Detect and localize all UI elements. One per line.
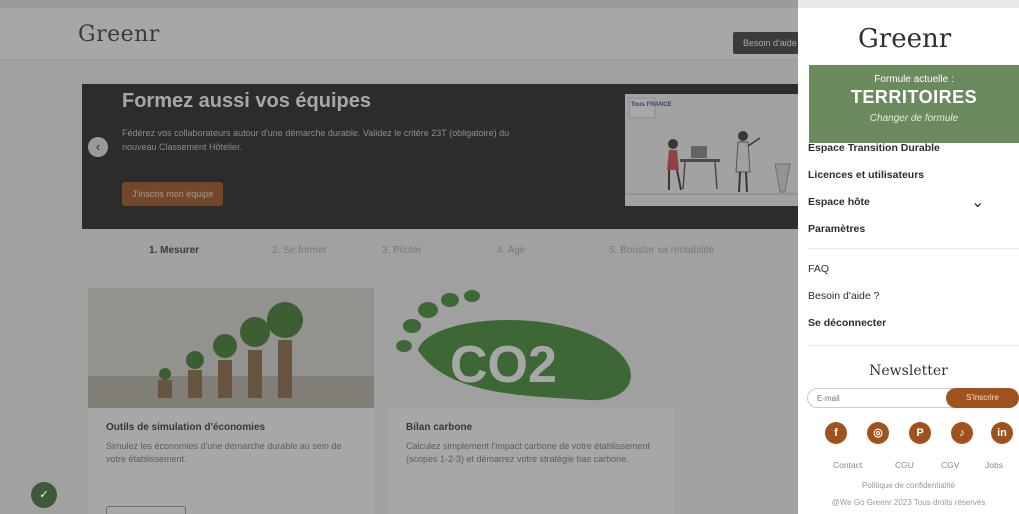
menu-item-faq[interactable]: FAQ — [808, 263, 829, 275]
footer-link-contact[interactable]: Contact — [833, 460, 862, 470]
newsletter-email-input[interactable] — [807, 388, 957, 408]
menu-item-host[interactable]: Espace hôte — [808, 196, 870, 208]
divider — [808, 345, 1019, 346]
footer-link-cgu[interactable]: CGU — [895, 460, 914, 470]
newsletter-subscribe-button[interactable]: S'inscrire — [946, 388, 1019, 408]
linkedin-icon[interactable]: in — [991, 422, 1013, 444]
menu-item-help[interactable]: Besoin d'aide ? — [808, 290, 879, 302]
pinterest-icon[interactable]: P — [909, 422, 931, 444]
menu-item-logout[interactable]: Se déconnecter — [808, 317, 886, 329]
chat-icon[interactable]: ✓ — [31, 482, 57, 508]
plan-label: Formule actuelle : — [874, 74, 954, 85]
footer-link-jobs[interactable]: Jobs — [985, 460, 1003, 470]
panel-logo[interactable]: Greenr — [858, 24, 951, 54]
newsletter-title: Newsletter — [869, 363, 948, 379]
copyright-text: @We Go Greenr 2023 Tous droits réservés — [831, 498, 986, 507]
change-plan-link[interactable]: Changer de formule — [809, 113, 1019, 124]
instagram-icon[interactable]: ◎ — [867, 422, 889, 444]
chevron-down-icon[interactable]: ⌄ — [971, 192, 984, 212]
privacy-policy-link[interactable]: Politique de confidentialité — [798, 481, 1019, 490]
current-plan-box: Formule actuelle : TERRITOIRES Changer d… — [809, 65, 1019, 143]
account-side-panel: Greenr Formule actuelle : TERRITOIRES Ch… — [798, 8, 1019, 514]
tiktok-icon[interactable]: ♪ — [951, 422, 973, 444]
menu-item-settings[interactable]: Paramètres — [808, 223, 865, 235]
modal-backdrop[interactable] — [0, 0, 798, 514]
facebook-icon[interactable]: f — [825, 422, 847, 444]
menu-item-transition[interactable]: Espace Transition Durable — [808, 142, 940, 154]
menu-item-licences[interactable]: Licences et utilisateurs — [808, 169, 924, 181]
footer-link-cgv[interactable]: CGV — [941, 460, 959, 470]
plan-name: TERRITOIRES — [850, 87, 978, 107]
page: Greenr Besoin d'aide ‹ Formez aussi vos … — [0, 0, 1019, 514]
divider — [808, 248, 1019, 249]
